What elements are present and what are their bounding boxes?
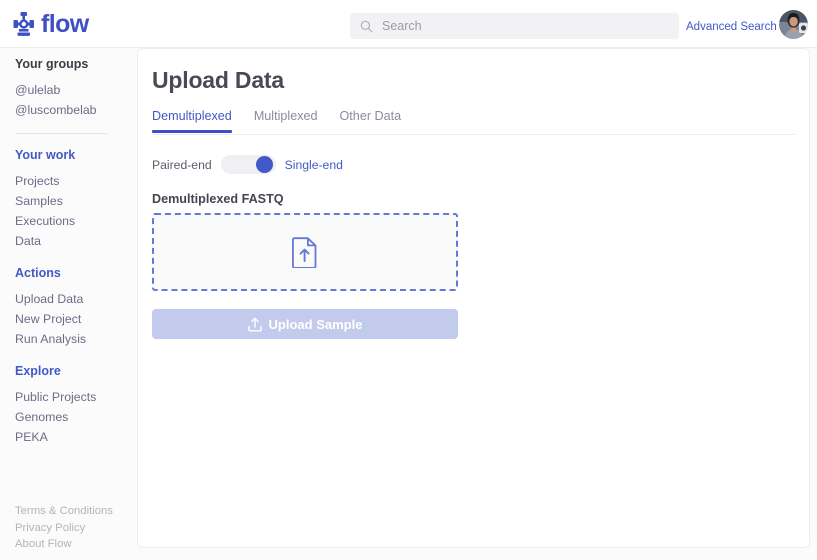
sidebar-heading-actions: Actions [15,266,61,280]
sidebar-item-public-projects[interactable]: Public Projects [15,387,137,407]
sidebar-divider [15,133,107,134]
flow-logo[interactable]: flow [12,11,89,37]
search-icon [360,20,373,33]
sidebar-item-genomes[interactable]: Genomes [15,407,137,427]
main-content-card: Upload Data Demultiplexed Multiplexed Ot… [137,48,810,548]
search-box[interactable] [350,13,679,39]
sidebar-section-actions: Actions Upload Data New Project Run Anal… [15,266,137,349]
toggle-label-single-end: Single-end [284,157,343,172]
logo-wordmark: flow [41,10,89,38]
sidebar-section-explore: Explore Public Projects Genomes PEKA [15,364,137,447]
advanced-search-link[interactable]: Advanced Search [686,21,777,33]
read-type-toggle-row: Paired-end Single-end [152,155,343,174]
upload-tabs: Demultiplexed Multiplexed Other Data [152,109,796,135]
sidebar-item-data[interactable]: Data [15,231,137,251]
tab-multiplexed[interactable]: Multiplexed [254,109,318,132]
toggle-label-paired-end: Paired-end [152,157,212,172]
footer-link-about[interactable]: About Flow [15,536,113,553]
sidebar-item-peka[interactable]: PEKA [15,427,137,447]
sidebar-heading-explore: Explore [15,364,61,378]
read-type-toggle[interactable] [220,155,276,174]
search-input[interactable] [373,13,679,39]
footer-link-privacy[interactable]: Privacy Policy [15,520,113,537]
upload-sample-label: Upload Sample [268,316,363,332]
upload-tray-icon [247,317,262,332]
sidebar-group-luscombelab[interactable]: @luscombelab [15,100,137,120]
sidebar-section-your-work: Your work Projects Samples Executions Da… [15,148,137,251]
avatar[interactable] [779,10,808,39]
upload-sample-button[interactable]: Upload Sample [152,309,458,339]
sidebar-groups-block: Your groups @ulelab @luscombelab [15,48,137,120]
sidebar-heading-your-groups: Your groups [15,57,89,71]
sidebar-footer: Terms & Conditions Privacy Policy About … [15,503,113,553]
tab-other-data[interactable]: Other Data [340,109,402,132]
top-header: flow Advanced Search [0,0,817,48]
dropzone-label: Demultiplexed FASTQ [152,192,284,206]
toggle-knob [255,156,273,173]
sidebar: Your groups @ulelab @luscombelab Your wo… [0,48,137,560]
file-upload-icon [292,236,318,269]
sidebar-item-projects[interactable]: Projects [15,171,137,191]
fastq-dropzone[interactable] [152,213,458,291]
sidebar-item-executions[interactable]: Executions [15,211,137,231]
sidebar-item-samples[interactable]: Samples [15,191,137,211]
sidebar-group-ulelab[interactable]: @ulelab [15,80,137,100]
flow-valve-logo-icon [12,11,36,37]
app-root: flow Advanced Search [0,0,817,560]
sidebar-item-run-analysis[interactable]: Run Analysis [15,329,137,349]
sidebar-heading-your-work: Your work [15,148,76,162]
page-title: Upload Data [152,67,284,93]
tab-demultiplexed[interactable]: Demultiplexed [152,109,232,133]
sidebar-item-upload-data[interactable]: Upload Data [15,289,137,309]
footer-link-terms[interactable]: Terms & Conditions [15,503,113,520]
sidebar-item-new-project[interactable]: New Project [15,309,137,329]
